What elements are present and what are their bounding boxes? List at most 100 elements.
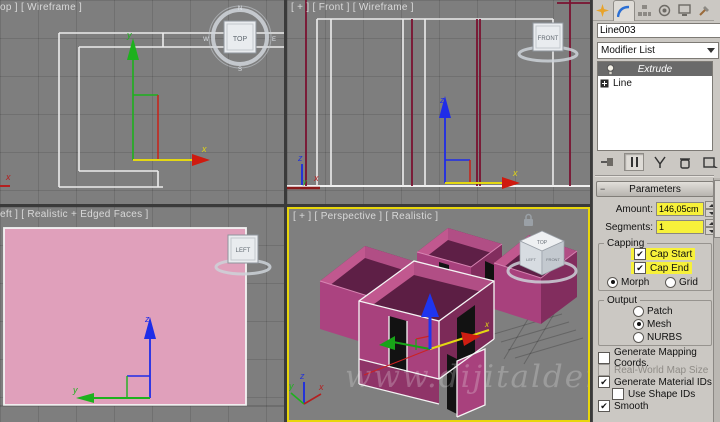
generate-material-ids-checkbox[interactable]: Generate Material IDs xyxy=(598,376,712,388)
tab-hierarchy[interactable] xyxy=(635,0,655,20)
output-group: Output Patch Mesh NURBS xyxy=(598,295,712,346)
viewcube-top[interactable]: TOP W E S N xyxy=(203,5,276,73)
compass-e: E xyxy=(272,37,276,43)
viewport-top-canvas: y x x TOP W E S N xyxy=(0,5,284,188)
radio-icon xyxy=(633,305,644,317)
checkbox-icon xyxy=(598,400,610,412)
remove-modifier-button[interactable] xyxy=(676,154,694,170)
tab-motion[interactable] xyxy=(654,0,674,20)
viewport-front[interactable]: z x z x y FRONT [ + ] [ Front ] [ Wirefr… xyxy=(287,0,590,204)
create-icon xyxy=(596,3,610,17)
viewcube-front-face: FRONT xyxy=(538,36,559,42)
show-end-result-button[interactable] xyxy=(624,153,644,171)
viewport-perspective[interactable]: x z y x TOP LEFT FRONT www.dijitalde [+… xyxy=(287,207,590,422)
svg-text:z: z xyxy=(144,314,150,324)
utilities-icon xyxy=(698,5,709,16)
viewcube-left-face: LEFT xyxy=(236,248,251,254)
viewport-perspective-label[interactable]: [ + ] [ Perspective ] [ Realistic ] xyxy=(293,211,438,223)
checkbox-icon xyxy=(634,262,646,274)
trash-icon xyxy=(680,157,690,169)
display-icon xyxy=(678,3,691,16)
pin-icon xyxy=(601,158,613,166)
compass-n: N xyxy=(238,6,242,12)
chevron-down-icon xyxy=(707,48,715,53)
viewcube-persp-left: LEFT xyxy=(526,257,536,262)
modifier-list-dropdown[interactable]: Modifier List xyxy=(597,42,719,59)
object-name-input[interactable] xyxy=(597,23,720,38)
radio-icon xyxy=(633,318,644,330)
modifier-stack-item-line[interactable]: Line xyxy=(598,76,712,90)
mesh-radio[interactable]: Mesh xyxy=(633,318,671,330)
viewport-top[interactable]: y x x TOP W E S N op ] [ Wireframe ] xyxy=(0,0,284,204)
tab-modify[interactable] xyxy=(612,0,635,21)
svg-text:x: x xyxy=(318,382,324,392)
top-wireframe-walls[interactable] xyxy=(58,32,284,188)
amount-input[interactable] xyxy=(656,202,704,216)
svg-text:x: x xyxy=(512,168,518,178)
viewcube-top-face: TOP xyxy=(233,36,248,43)
smooth-checkbox[interactable]: Smooth xyxy=(598,400,648,412)
parameters-rollout-header[interactable]: − Parameters xyxy=(596,181,714,197)
cap-end-checkbox[interactable]: Cap End xyxy=(631,262,692,274)
checkbox-icon xyxy=(598,376,610,388)
radio-icon xyxy=(665,276,676,288)
make-unique-icon xyxy=(654,156,666,168)
axis-x-label: x xyxy=(201,144,207,154)
svg-text:z: z xyxy=(299,371,305,381)
grid-radio[interactable]: Grid xyxy=(665,276,698,288)
use-shape-ids-checkbox[interactable]: Use Shape IDs xyxy=(612,388,695,400)
segments-row: Segments: xyxy=(595,219,718,235)
configure-modifier-sets-button[interactable] xyxy=(701,154,719,170)
viewport-left[interactable]: z y LEFT eft ] [ Realistic + Edged Faces… xyxy=(0,207,284,422)
svg-text:x: x xyxy=(313,173,319,183)
generate-mapping-coords-checkbox[interactable]: Generate Mapping Coords. xyxy=(598,347,720,369)
segments-input[interactable] xyxy=(656,220,704,234)
viewport-front-label[interactable]: [ + ] [ Front ] [ Wireframe ] xyxy=(291,2,414,14)
panel-scrollbar[interactable] xyxy=(713,178,720,422)
make-unique-button[interactable] xyxy=(651,154,669,170)
pin-stack-button[interactable] xyxy=(599,154,617,170)
viewcube-front[interactable]: FRONT xyxy=(517,22,579,63)
svg-text:y: y xyxy=(289,381,294,391)
modifier-stack-item-extrude[interactable]: Extrude xyxy=(598,62,712,76)
panel-divider xyxy=(595,175,714,177)
cap-start-checkbox[interactable]: Cap Start xyxy=(631,248,696,260)
command-panel: Modifier List Extrude Line xyxy=(592,0,720,422)
viewcube-persp-top: TOP xyxy=(537,240,548,246)
object-name-row xyxy=(597,23,720,38)
nurbs-radio[interactable]: NURBS xyxy=(633,331,682,343)
lock-icon xyxy=(524,213,533,226)
svg-text:x: x xyxy=(5,172,11,182)
configure-sets-icon xyxy=(702,156,718,168)
checkbox-icon xyxy=(598,364,610,376)
motion-icon xyxy=(658,4,671,16)
capping-group: Capping Cap Start Cap End Morph Grid xyxy=(598,238,712,291)
viewport-top-label[interactable]: op ] [ Wireframe ] xyxy=(0,2,82,14)
checkbox-icon xyxy=(634,248,646,260)
modifier-list-label: Modifier List xyxy=(601,45,655,56)
patch-radio[interactable]: Patch xyxy=(633,305,673,317)
max-application-window: y x x TOP W E S N op ] [ Wireframe ] z x… xyxy=(0,0,720,422)
checkbox-icon xyxy=(612,388,624,400)
compass-s: S xyxy=(238,67,242,73)
top-move-gizmo[interactable]: y x xyxy=(126,30,210,166)
svg-text:z: z xyxy=(439,95,445,105)
expand-box-icon[interactable] xyxy=(600,79,609,88)
axis-y-label: y xyxy=(126,30,132,40)
checkbox-icon xyxy=(598,352,610,364)
tab-create[interactable] xyxy=(593,0,613,20)
watermark-text: www.dijitalders xyxy=(345,359,588,395)
tab-display[interactable] xyxy=(674,0,694,20)
tab-utilities[interactable] xyxy=(694,0,714,20)
morph-radio[interactable]: Morph xyxy=(607,276,649,288)
real-world-map-size-checkbox: Real-World Map Size xyxy=(598,364,708,376)
collapse-icon: − xyxy=(600,184,606,194)
left-wall-face[interactable] xyxy=(3,227,247,406)
lightbulb-icon[interactable] xyxy=(606,63,615,75)
viewport-left-label[interactable]: eft ] [ Realistic + Edged Faces ] xyxy=(0,209,149,221)
perspective-world-axis: z y x xyxy=(289,371,324,405)
svg-text:y: y xyxy=(72,385,78,395)
panel-scrollbar-thumb[interactable] xyxy=(714,180,720,238)
modifier-stack-toolbar xyxy=(595,153,720,171)
radio-icon xyxy=(633,331,644,343)
